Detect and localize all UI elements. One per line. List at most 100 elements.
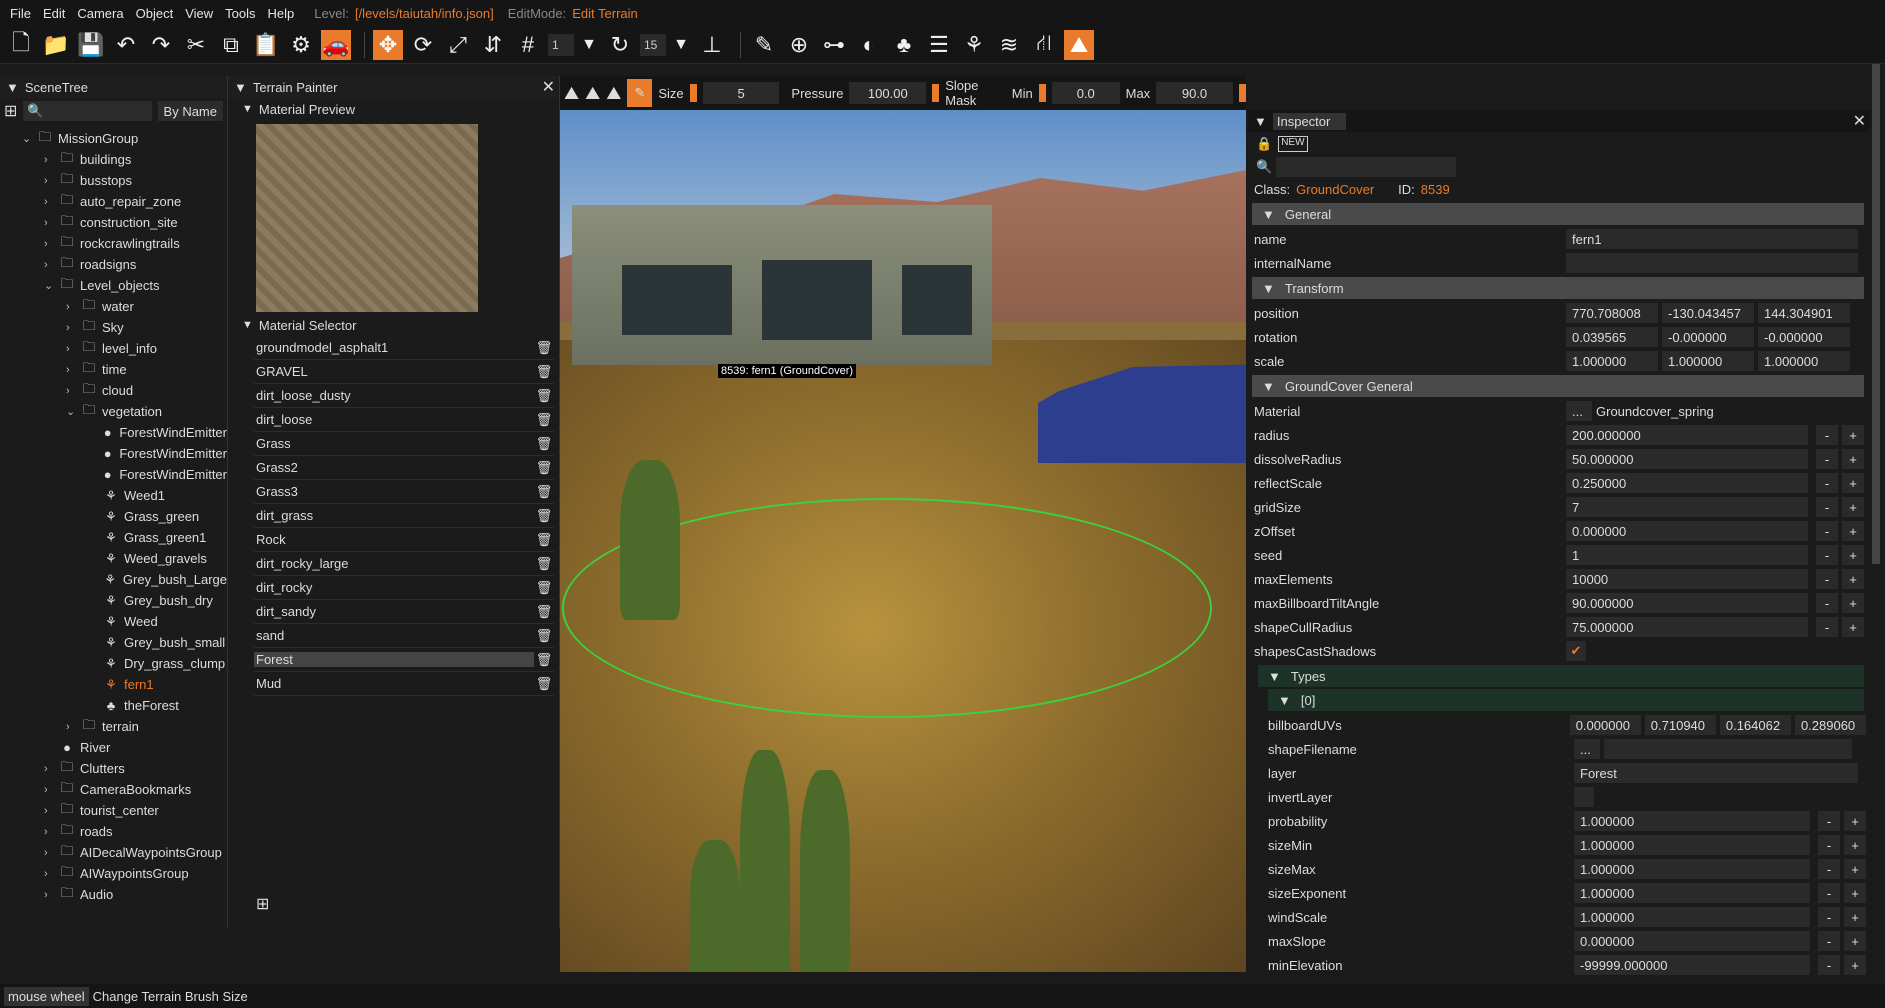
prop-reflectScale-field[interactable]: 0.250000 [1566, 473, 1808, 493]
chevron-right-icon[interactable]: › [66, 385, 80, 397]
menu-object[interactable]: Object [130, 6, 180, 21]
grid-snap-icon[interactable]: # [513, 30, 543, 60]
tree-node[interactable]: ● ForestWindEmitter [0, 443, 227, 464]
tree-node[interactable]: ⚘ Grey_bush_Large [0, 569, 227, 590]
tree-node[interactable]: › 🗀 terrain [0, 716, 227, 737]
chevron-right-icon[interactable]: › [66, 343, 80, 355]
add-material-icon[interactable]: ⊞ [256, 894, 269, 914]
tree-node[interactable]: › 🗀 time [0, 359, 227, 380]
material-item[interactable]: Grass 🗑 [254, 432, 554, 456]
material-browse-button[interactable]: ... [1566, 401, 1592, 421]
decrement-button[interactable]: - [1818, 835, 1840, 855]
chevron-right-icon[interactable]: › [66, 301, 80, 313]
road-icon[interactable]: ⊶ [819, 30, 849, 60]
tree-node[interactable]: › 🗀 level_info [0, 338, 227, 359]
tree-node[interactable]: › 🗀 water [0, 296, 227, 317]
prop-internalname-field[interactable] [1566, 253, 1858, 273]
increment-button[interactable]: + [1844, 883, 1866, 903]
increment-button[interactable]: + [1844, 955, 1866, 975]
section-groundcover-general[interactable]: ▼ GroundCover General [1252, 375, 1864, 397]
scale-icon[interactable]: ⤢ [443, 30, 473, 60]
chevron-down-icon[interactable]: ▼ [670, 30, 692, 60]
chevron-right-icon[interactable]: › [44, 889, 58, 901]
tree-node[interactable]: › 🗀 auto_repair_zone [0, 191, 227, 212]
slope-min-field[interactable]: 0.0 [1051, 82, 1120, 104]
collapse-arrow-icon[interactable]: ▼ [1254, 114, 1267, 129]
billboard-uv-0[interactable]: 0.000000 [1569, 715, 1641, 735]
tree-node[interactable]: ● River [0, 737, 227, 758]
tree-node[interactable]: › 🗀 Clutters [0, 758, 227, 779]
layer-field[interactable]: Forest [1574, 763, 1858, 783]
tree-node[interactable]: ⚘ Grey_bush_dry [0, 590, 227, 611]
material-item[interactable]: GRAVEL 🗑 [254, 360, 554, 384]
tree-node[interactable]: › 🗀 cloud [0, 380, 227, 401]
angle-snap-icon[interactable]: ↻ [605, 30, 635, 60]
undo-icon[interactable]: ↶ [111, 30, 141, 60]
brush-tool-2-icon[interactable]: ⛰ [585, 83, 600, 104]
material-preview-header[interactable]: ▼ Material Preview [228, 98, 559, 120]
trash-icon[interactable]: 🗑 [534, 580, 554, 596]
decrement-button[interactable]: - [1816, 545, 1838, 565]
increment-button[interactable]: + [1842, 521, 1864, 541]
chevron-right-icon[interactable]: › [66, 364, 80, 376]
prop-scale-field[interactable]: 1.000000 [1758, 351, 1850, 371]
road-tool-icon[interactable]: ⛙ [1029, 30, 1059, 60]
trash-icon[interactable]: 🗑 [534, 484, 554, 500]
collapse-arrow-icon[interactable]: ▼ [6, 80, 19, 95]
material-item[interactable]: Rock 🗑 [254, 528, 554, 552]
tree-node[interactable]: › 🗀 Sky [0, 317, 227, 338]
tree-node[interactable]: ● ForestWindEmitter [0, 464, 227, 485]
increment-button[interactable]: + [1844, 931, 1866, 951]
prop-position-field[interactable]: 770.708008 [1566, 303, 1658, 323]
shadows-checkbox[interactable]: ✔ [1566, 641, 1586, 661]
chevron-down-icon[interactable]: ▼ [578, 30, 600, 60]
tree-node[interactable]: ⚘ Grey_bush_small [0, 632, 227, 653]
tree-node[interactable]: ⚘ fern1 [0, 674, 227, 695]
menu-view[interactable]: View [179, 6, 219, 21]
prop-probability-field[interactable]: 1.000000 [1574, 811, 1810, 831]
chevron-right-icon[interactable]: › [44, 826, 58, 838]
new-window-icon[interactable]: NEW [1278, 136, 1308, 152]
chevron-right-icon[interactable]: › [66, 322, 80, 334]
increment-button[interactable]: + [1842, 593, 1864, 613]
add-icon[interactable]: ⊕ [784, 30, 814, 60]
tree-node[interactable]: ⚘ Grass_green1 [0, 527, 227, 548]
increment-button[interactable]: + [1842, 425, 1864, 445]
prop-position-field[interactable]: -130.043457 [1662, 303, 1754, 323]
section-types-index[interactable]: ▼ [0] [1268, 689, 1864, 711]
tree-node[interactable]: ⌄ 🗀 vegetation [0, 401, 227, 422]
paint-brush-icon[interactable]: ✎ [627, 79, 653, 107]
decrement-button[interactable]: - [1816, 569, 1838, 589]
save-icon[interactable]: 💾 [76, 30, 106, 60]
tree-node[interactable]: ⚘ Weed_gravels [0, 548, 227, 569]
lock-icon[interactable]: 🔒 [1256, 136, 1272, 152]
chevron-down-icon[interactable]: ⌄ [22, 132, 36, 145]
chevron-right-icon[interactable]: › [44, 847, 58, 859]
decrement-button[interactable]: - [1818, 859, 1840, 879]
collapse-arrow-icon[interactable]: ▼ [234, 80, 247, 95]
chevron-right-icon[interactable]: › [44, 784, 58, 796]
prop-rotation-field[interactable]: -0.000000 [1758, 327, 1850, 347]
brush-tool-3-icon[interactable]: ⛰ [606, 83, 621, 104]
increment-button[interactable]: + [1844, 859, 1866, 879]
increment-button[interactable]: + [1842, 569, 1864, 589]
trash-icon[interactable]: 🗑 [534, 532, 554, 548]
forest-icon[interactable]: ♣ [889, 30, 919, 60]
decrement-button[interactable]: - [1816, 473, 1838, 493]
prop-rotation-field[interactable]: 0.039565 [1566, 327, 1658, 347]
copy-icon[interactable]: ⧉ [216, 30, 246, 60]
material-item[interactable]: Forest 🗑 [254, 648, 554, 672]
trash-icon[interactable]: 🗑 [534, 364, 554, 380]
prop-rotation-field[interactable]: -0.000000 [1662, 327, 1754, 347]
tree-node[interactable]: ⚘ Grass_green [0, 506, 227, 527]
decrement-button[interactable]: - [1818, 883, 1840, 903]
menu-tools[interactable]: Tools [219, 6, 261, 21]
tree-node[interactable]: › 🗀 tourist_center [0, 800, 227, 821]
tree-node[interactable]: › 🗀 AIWaypointsGroup [0, 863, 227, 884]
trash-icon[interactable]: 🗑 [534, 412, 554, 428]
prop-position-field[interactable]: 144.304901 [1758, 303, 1850, 323]
chevron-down-icon[interactable]: ⌄ [66, 405, 80, 418]
decrement-button[interactable]: - [1816, 593, 1838, 613]
prop-sizeExponent-field[interactable]: 1.000000 [1574, 883, 1810, 903]
billboard-uv-1[interactable]: 0.710940 [1644, 715, 1716, 735]
